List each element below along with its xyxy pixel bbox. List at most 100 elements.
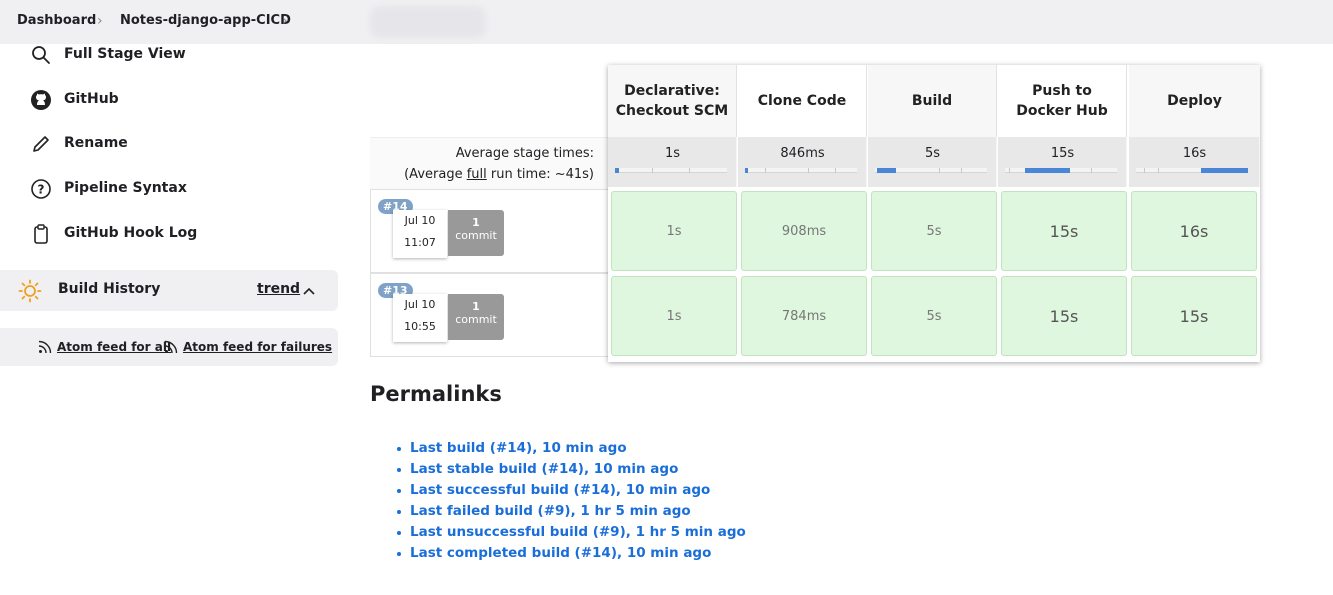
avg-run-full: full [466,167,487,182]
stage-cell[interactable]: 15s [1001,191,1127,271]
svg-text:?: ? [38,183,45,197]
feed-links: Atom feed for all Atom feed for failures [0,328,338,366]
stage-cell[interactable]: 15s [1001,276,1127,356]
page-title-placeholder [370,6,486,38]
avg-time-value: 1s [664,146,681,161]
avg-progress-tick [1144,168,1145,173]
avg-progress-bar [1005,168,1117,173]
commit-count-number: 1 [472,216,480,229]
avg-progress-tick [1091,168,1092,173]
stage-cell[interactable]: 15s [1131,276,1257,356]
avg-progress-tick [835,168,836,173]
permalink-last-completed[interactable]: Last completed build (#14), 10 min ago [394,543,746,564]
permalink-last-stable[interactable]: Last stable build (#14), 10 min ago [394,459,746,480]
stage-header-build: Build [868,65,997,137]
sidebar-item-github[interactable]: GitHub [28,87,328,117]
run-date: Jul 10 10:55 [393,294,447,342]
avg-progress-fill [615,168,619,173]
run-row-14: #14 Jul 10 11:07 1 commit [370,189,608,273]
stage-cell[interactable]: 1s [611,191,737,271]
avg-time-value: 5s [924,146,941,161]
breadcrumb: Dashboard › Notes-django-app-CICD › [0,0,1333,44]
permalink-last-build[interactable]: Last build (#14), 10 min ago [394,438,746,459]
avg-progress-tick [961,168,962,173]
avg-time-build: 5s [868,137,997,187]
avg-run-prefix: (Average [404,167,467,182]
atom-feed-failures-link[interactable]: Atom feed for failures [183,340,332,354]
commit-count[interactable]: 1 commit [448,294,504,340]
avg-progress-fill [1201,168,1248,173]
sidebar-item-label: GitHub [64,91,119,107]
build-history-title: Build History [58,281,161,297]
avg-time-push: 15s [998,137,1127,187]
stage-cell[interactable]: 784ms [741,276,867,356]
run-date: Jul 10 11:07 [393,210,447,258]
avg-progress-fill [745,168,748,173]
stage-cell[interactable]: 1s [611,276,737,356]
avg-progress-tick [652,168,653,173]
sidebar-item-label: GitHub Hook Log [64,225,198,241]
stage-cell[interactable]: 16s [1131,191,1257,271]
commit-count-label: commit [455,229,497,242]
permalink-last-unsuccessful[interactable]: Last unsuccessful build (#9), 1 hr 5 min… [394,522,746,543]
commit-count-number: 1 [472,300,480,313]
avg-run-suffix: run time: ~41s) [486,167,594,182]
run-date-time: 10:55 [404,320,436,333]
build-history-header: Build History trend [0,270,338,311]
avg-run-label: (Average full run time: ~41s) [404,167,594,182]
avg-progress-tick [689,168,690,173]
permalinks-list: Last build (#14), 10 min ago Last stable… [394,438,746,564]
avg-progress-fill [1025,168,1070,173]
trend-link[interactable]: trend [257,281,300,297]
github-icon [30,89,52,111]
run-date-day: Jul 10 [404,298,436,311]
stage-header-clone: Clone Code [738,65,867,137]
run-date-time: 11:07 [404,236,436,249]
rss-icon [164,339,178,358]
avg-time-value: 16s [1182,146,1207,161]
permalink-last-successful[interactable]: Last successful build (#14), 10 min ago [394,480,746,501]
chevron-right-icon: › [97,13,103,29]
chevron-up-icon[interactable] [302,283,316,302]
avg-progress-tick [765,168,766,173]
commit-count[interactable]: 1 commit [448,210,504,256]
avg-progress-bar [1136,168,1248,173]
chevron-right-icon[interactable]: › [282,13,288,29]
avg-time-value: 15s [1050,146,1075,161]
clipboard-icon [30,223,52,245]
avg-progress-tick [808,168,809,173]
sidebar-item-full-stage-view[interactable]: Full Stage View [28,42,328,72]
stage-header-checkout: Declarative: Checkout SCM [608,65,737,137]
avg-time-clone: 846ms [738,137,867,187]
commit-count-label: commit [455,313,497,326]
stage-view-table: Declarative: Checkout SCM Clone Code Bui… [608,65,1260,362]
sidebar-item-pipeline-syntax[interactable]: ? Pipeline Syntax [28,176,328,206]
sidebar-item-label: Rename [64,135,128,151]
sidebar-item-rename[interactable]: Rename [28,131,328,161]
avg-progress-tick [939,168,940,173]
avg-progress-tick [1009,168,1010,173]
avg-progress-tick [1158,168,1159,173]
stage-cell[interactable]: 908ms [741,191,867,271]
avg-time-checkout: 1s [608,137,737,187]
sidebar-item-label: Full Stage View [64,46,186,62]
stage-header-push: Push to Docker Hub [998,65,1127,137]
breadcrumb-dashboard[interactable]: Dashboard [17,13,96,28]
breadcrumb-job[interactable]: Notes-django-app-CICD [120,13,291,28]
avg-time-deploy: 16s [1129,137,1260,187]
run-date-day: Jul 10 [404,214,436,227]
rss-icon [38,339,52,358]
stage-cell[interactable]: 5s [871,276,997,356]
atom-feed-all-link[interactable]: Atom feed for all [57,340,171,354]
sun-icon [18,279,42,307]
avg-progress-bar [745,168,857,173]
sidebar-item-label: Pipeline Syntax [64,180,187,196]
avg-progress-bar [875,168,987,173]
search-icon [30,44,52,66]
run-row-13: #13 Jul 10 10:55 1 commit [370,273,608,357]
avg-stage-label: Average stage times: [455,146,594,161]
permalink-last-failed[interactable]: Last failed build (#9), 1 hr 5 min ago [394,501,746,522]
avg-progress-bar [615,168,727,173]
stage-cell[interactable]: 5s [871,191,997,271]
sidebar-item-github-hook-log[interactable]: GitHub Hook Log [28,221,328,251]
